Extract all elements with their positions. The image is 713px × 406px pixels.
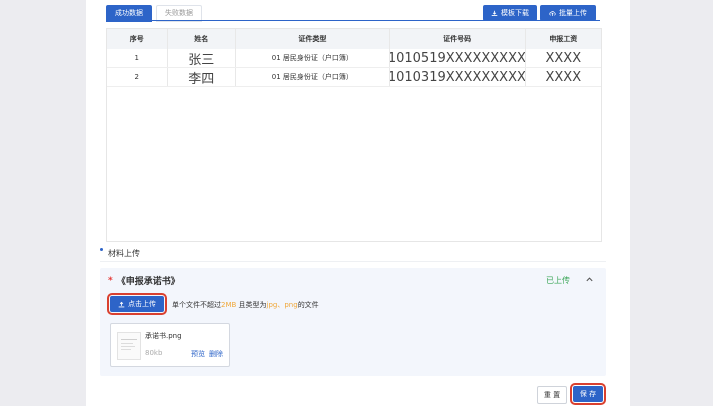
cell-id-number: 41010519XXXXXXXXXX: [390, 49, 526, 67]
file-size: 80kb: [145, 349, 163, 357]
upload-status: 已上传: [546, 276, 570, 285]
cell-name: 张三: [168, 49, 236, 67]
materials-section-title: 材料上传: [108, 248, 140, 259]
hint-types: jpg、png: [266, 301, 298, 309]
cell-index: 1: [107, 49, 168, 67]
card-title: * 《申报承诺书》: [108, 274, 180, 288]
col-header-name: 姓名: [168, 29, 236, 49]
cell-id-number: 41010319XXXXXXXXXX: [390, 68, 526, 86]
uploaded-file-card: 承诺书.png 80kb 预览 删除: [110, 323, 230, 367]
table-header: 序号 姓名 证件类型 证件号码 申报工资: [107, 29, 601, 49]
chevron-up-icon[interactable]: [585, 275, 594, 284]
hint-prefix: 单个文件不超过: [172, 301, 221, 309]
download-icon: [491, 10, 498, 16]
content-panel: 成功数据 失败数据 模板下载 批量上传 序号 姓名 证件类型 证件号码 申报工资…: [86, 0, 630, 406]
hint-mid: 且类型为: [236, 301, 267, 309]
click-upload-label: 点击上传: [128, 300, 156, 308]
cell-id-type: 01 居民身份证（户口簿）: [236, 68, 390, 86]
file-thumbnail[interactable]: [117, 332, 141, 360]
section-marker: [100, 248, 103, 251]
data-tabs: 成功数据 失败数据: [106, 5, 202, 22]
data-table: 序号 姓名 证件类型 证件号码 申报工资 1 张三 01 居民身份证（户口簿） …: [106, 28, 602, 242]
cell-salary: XXXX: [545, 69, 582, 85]
table-row[interactable]: 1 张三 01 居民身份证（户口簿） 41010519XXXXXXXXXX XX…: [107, 49, 601, 68]
hint-suffix: 的文件: [297, 301, 319, 309]
cell-name: 李四: [168, 68, 236, 86]
document-thumbnail-icon: [121, 339, 137, 350]
template-download-button[interactable]: 模板下载: [483, 5, 537, 21]
reset-button[interactable]: 重 置: [537, 386, 567, 404]
file-name: 承诺书.png: [145, 332, 182, 340]
table-row[interactable]: 2 李四 01 居民身份证（户口簿） 41010319XXXXXXXXXX XX…: [107, 68, 601, 87]
cell-id-type: 01 居民身份证（户口簿）: [236, 49, 390, 67]
cloud-upload-icon: [549, 10, 556, 16]
cell-salary: XXXX: [545, 50, 582, 66]
batch-upload-label: 批量上传: [559, 9, 587, 17]
delete-link[interactable]: 删除: [209, 349, 223, 359]
cell-index: 2: [107, 68, 168, 86]
hint-size: 2MB: [221, 301, 237, 309]
save-button[interactable]: 保 存: [570, 383, 606, 405]
upload-icon: [118, 301, 125, 307]
col-header-salary: 申报工资: [549, 35, 578, 43]
batch-upload-button[interactable]: 批量上传: [540, 5, 596, 21]
materials-title-text: 材料上传: [108, 249, 140, 258]
upload-hint: 单个文件不超过2MB 且类型为jpg、png的文件: [172, 300, 319, 310]
click-upload-button[interactable]: 点击上传: [107, 293, 167, 315]
col-header-id-number: 证件号码: [390, 29, 526, 49]
template-download-label: 模板下载: [501, 9, 529, 17]
required-mark: *: [108, 275, 113, 286]
card-title-text: 《申报承诺书》: [116, 277, 180, 287]
commitment-upload-card: * 《申报承诺书》 已上传 点击上传 单个文件不超过2MB 且类型为jpg、pn…: [100, 268, 606, 376]
preview-link[interactable]: 预览: [191, 349, 205, 359]
section-divider: [100, 261, 606, 262]
col-header-id-type: 证件类型: [236, 29, 390, 49]
col-header-index: 序号: [107, 29, 168, 49]
